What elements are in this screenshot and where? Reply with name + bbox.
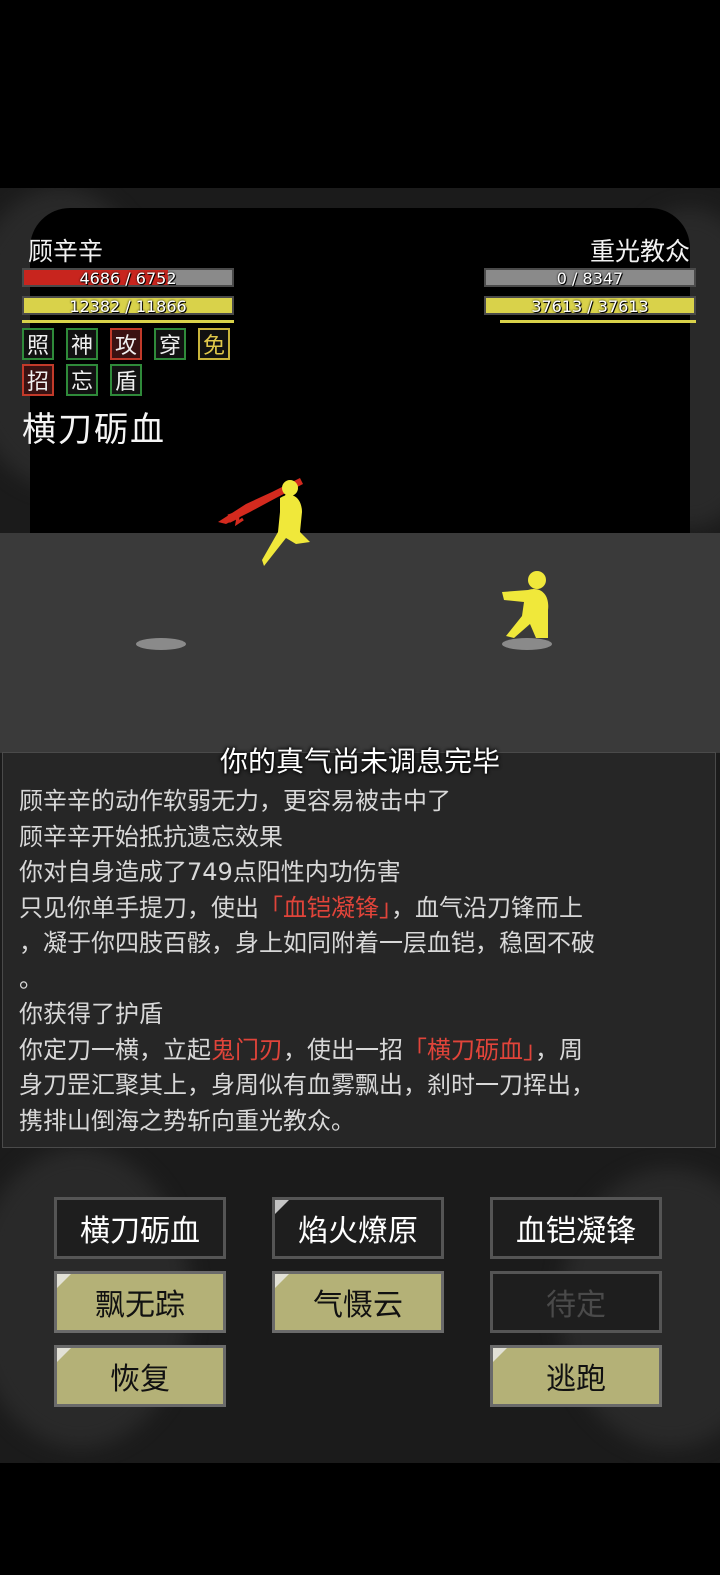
- action-button[interactable]: 横刀砺血: [54, 1197, 226, 1259]
- action-button-label: 气慑云: [313, 1288, 403, 1323]
- log-line: 携排山倒海之势斩向重光教众。: [19, 1101, 355, 1136]
- action-button-label: 血铠凝锋: [516, 1214, 636, 1249]
- action-button-label: 恢复: [110, 1362, 170, 1397]
- action-button[interactable]: 飘无踪: [54, 1271, 226, 1333]
- player-underline: [22, 320, 234, 323]
- action-button-label: 焰火燎原: [298, 1214, 418, 1249]
- log-text: ，周: [535, 1035, 583, 1064]
- status-badge: 盾: [110, 364, 142, 396]
- log-line: 你对自身造成了749点阳性内功伤害: [19, 852, 401, 887]
- log-text: ，血气沿刀锋而上: [391, 893, 583, 922]
- action-button[interactable]: 焰火燎原: [272, 1197, 444, 1259]
- enemy-figure: [502, 571, 549, 638]
- log-line: 身刀罡汇聚其上，身周似有血雾飘出，刹时一刀挥出，: [19, 1065, 595, 1100]
- log-text: 顾辛辛的动作软弱无力，更容易被击中了: [19, 787, 451, 815]
- status-badge: 攻: [110, 328, 142, 360]
- current-skill-name: 横刀砺血: [22, 410, 166, 450]
- button-corner-mark: [493, 1348, 507, 1362]
- status-badge: 穿: [154, 328, 186, 360]
- player-hp-text: 4686 / 6752: [79, 269, 177, 288]
- log-line: 。: [19, 959, 43, 994]
- player-mp-text: 12382 / 11866: [69, 297, 187, 316]
- enemy-shadow: [502, 638, 552, 650]
- button-corner-mark: [275, 1274, 289, 1288]
- log-line: 顾辛辛的动作软弱无力，更容易被击中了: [19, 781, 451, 816]
- status-badge: 神: [66, 328, 98, 360]
- log-text: 你获得了护盾: [19, 1000, 163, 1028]
- log-text: ，使出一招: [283, 1035, 403, 1064]
- enemy-hp-text: 0 / 8347: [556, 269, 624, 288]
- action-button[interactable]: 逃跑: [490, 1345, 662, 1407]
- log-highlight: 鬼门刃: [211, 1035, 283, 1064]
- status-badge: 忘: [66, 364, 98, 396]
- player-mp-bar: 12382 / 11866: [22, 296, 234, 316]
- log-text: 你对自身造成了749点阳性内功伤害: [19, 858, 401, 886]
- fighters-layer: [136, 478, 552, 650]
- action-button-label: 飘无踪: [95, 1288, 185, 1323]
- status-badge: 招: [22, 364, 54, 396]
- log-text: 携排山倒海之势斩向重光教众。: [19, 1106, 355, 1135]
- button-corner-mark: [57, 1274, 71, 1288]
- toast-message: 你的真气尚未调息完毕: [219, 745, 500, 778]
- log-text: 顾辛辛开始抵抗遗忘效果: [19, 822, 283, 851]
- log-text: ，凝于你四肢百骸，身上如同附着一层血铠，稳固不破: [19, 929, 595, 957]
- enemy-mp-text: 37613 / 37613: [531, 297, 649, 316]
- enemy-underline: [500, 320, 696, 323]
- action-button[interactable]: 恢复: [54, 1345, 226, 1407]
- log-line: 顾辛辛开始抵抗遗忘效果: [19, 817, 283, 852]
- log-line: 只见你单手提刀，使出「血铠凝锋」，血气沿刀锋而上: [19, 888, 583, 923]
- log-highlight: 「血铠凝锋」: [259, 893, 391, 922]
- combat-log[interactable]: 顾辛辛的动作软弱无力，更容易被击中了 顾辛辛开始抵抗遗忘效果你对自身造成了749点…: [2, 752, 716, 1148]
- log-line: 你定刀一横，立起鬼门刃，使出一招「横刀砺血」，周: [19, 1030, 583, 1065]
- enemy-hp-bar: 0 / 8347: [484, 268, 696, 288]
- player-shadow: [136, 638, 186, 650]
- enemy-mp-bar: 37613 / 37613: [484, 296, 696, 316]
- enemy-name: 重光教众: [589, 237, 690, 266]
- log-highlight: 「横刀砺血」: [403, 1035, 535, 1064]
- log-text: 。: [19, 964, 43, 993]
- log-text: 身刀罡汇聚其上，身周似有血雾飘出，刹时一刀挥出，: [19, 1071, 595, 1099]
- player-hp-bar: 4686 / 6752: [22, 268, 234, 288]
- player-figure: [218, 478, 310, 566]
- player-name: 顾辛辛: [28, 237, 104, 266]
- action-button-label: 逃跑: [546, 1362, 606, 1397]
- log-line: 你获得了护盾: [19, 994, 163, 1029]
- action-button[interactable]: 血铠凝锋: [490, 1197, 662, 1259]
- status-badge: 照: [22, 328, 54, 360]
- log-text: 只见你单手提刀，使出: [19, 893, 259, 922]
- action-button-label: 横刀砺血: [80, 1214, 200, 1249]
- status-badge: 免: [198, 328, 230, 360]
- button-corner-mark: [57, 1348, 71, 1362]
- log-line: ，凝于你四肢百骸，身上如同附着一层血铠，稳固不破: [19, 923, 595, 958]
- action-button: 待定: [490, 1271, 662, 1333]
- action-button-label: 待定: [546, 1288, 606, 1323]
- action-button[interactable]: 气慑云: [272, 1271, 444, 1333]
- log-text: 你定刀一横，立起: [19, 1035, 211, 1064]
- button-corner-mark: [275, 1200, 289, 1214]
